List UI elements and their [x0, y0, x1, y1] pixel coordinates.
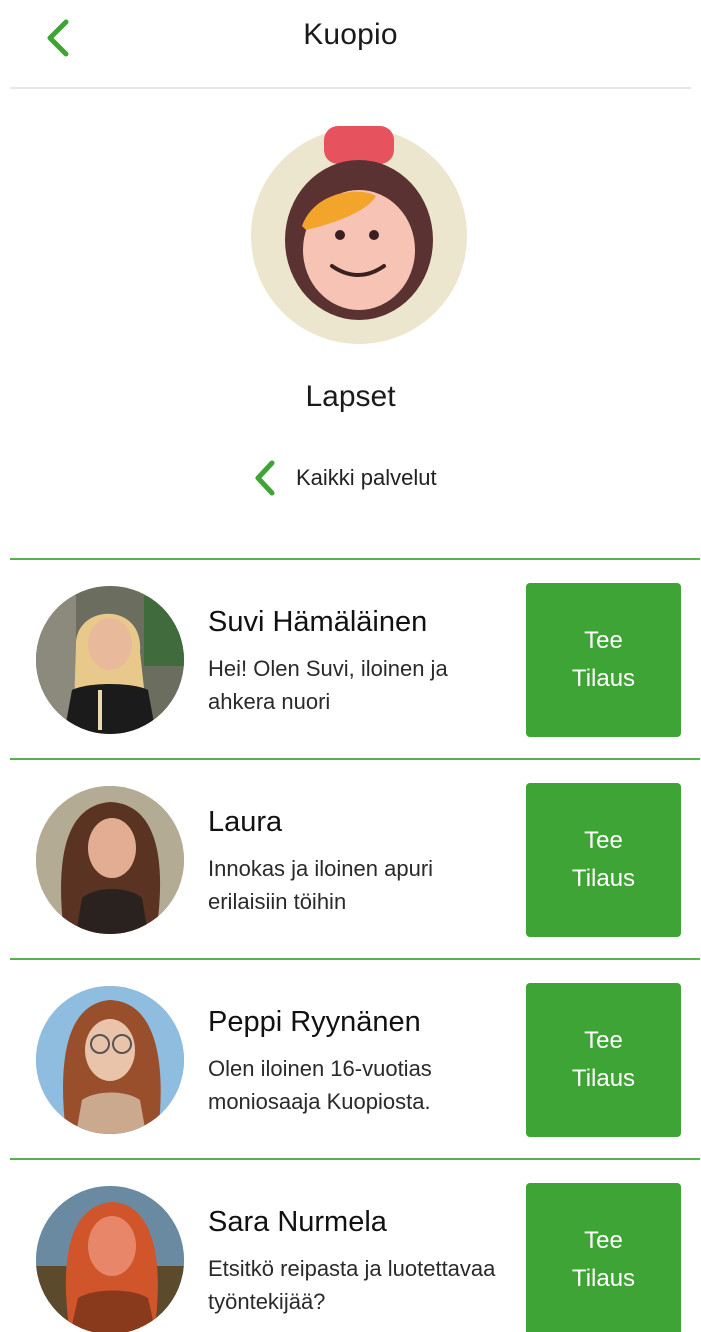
- avatar: [36, 986, 184, 1134]
- page-title: Kuopio: [303, 18, 398, 51]
- helper-description: Etsitkö reipasta ja luotettavaa työnteki…: [208, 1256, 496, 1314]
- order-button-label-line1: Tee: [584, 1027, 623, 1054]
- helper-name: Laura: [208, 806, 283, 838]
- order-button-label-line2: Tilaus: [571, 1265, 636, 1292]
- helper-list: Suvi Hämäläinen Hei! Olen Suvi, iloinen …: [10, 558, 700, 1332]
- category-title: Lapset: [305, 380, 396, 413]
- avatar: [36, 1186, 184, 1332]
- helper-description: Olen iloinen 16-vuotias moniosaaja Kuopi…: [208, 1056, 432, 1114]
- order-button[interactable]: Tee Tilaus: [526, 583, 681, 737]
- order-button[interactable]: Tee Tilaus: [526, 983, 681, 1137]
- helpers-page: Kuopio Lapset Kaikki palvelut Suvi Hämäl…: [0, 0, 701, 1332]
- avatar: [36, 786, 184, 934]
- helper-description: Hei! Olen Suvi, iloinen ja ahkera nuori: [208, 656, 448, 714]
- avatar: [36, 586, 184, 734]
- helper-name: Suvi Hämäläinen: [208, 606, 428, 638]
- helper-name: Sara Nurmela: [208, 1206, 387, 1238]
- child-avatar-icon: [250, 122, 468, 344]
- top-bar: Kuopio: [0, 0, 701, 89]
- helper-name: Peppi Ryynänen: [208, 1006, 421, 1038]
- helper-row: Sara Nurmela Etsitkö reipasta ja luotett…: [10, 1158, 700, 1332]
- order-button-label-line1: Tee: [584, 1227, 623, 1254]
- helper-description: Innokas ja iloinen apuri erilaisiin töih…: [208, 856, 434, 914]
- header-divider: [10, 87, 691, 89]
- order-button-label-line1: Tee: [584, 827, 623, 854]
- order-button[interactable]: Tee Tilaus: [526, 1183, 681, 1332]
- order-button-label-line2: Tilaus: [571, 865, 636, 892]
- all-services-label: Kaikki palvelut: [296, 465, 437, 490]
- chevron-left-icon: [250, 458, 280, 498]
- order-button-label-line2: Tilaus: [571, 665, 636, 692]
- helper-row: Laura Innokas ja iloinen apuri erilaisii…: [10, 758, 700, 958]
- order-button[interactable]: Tee Tilaus: [526, 783, 681, 937]
- order-button-label-line2: Tilaus: [571, 1065, 636, 1092]
- order-button-label-line1: Tee: [584, 627, 623, 654]
- all-services-link[interactable]: Kaikki palvelut: [250, 456, 437, 500]
- helper-row: Peppi Ryynänen Olen iloinen 16-vuotias m…: [10, 958, 700, 1158]
- helper-row: Suvi Hämäläinen Hei! Olen Suvi, iloinen …: [10, 558, 700, 758]
